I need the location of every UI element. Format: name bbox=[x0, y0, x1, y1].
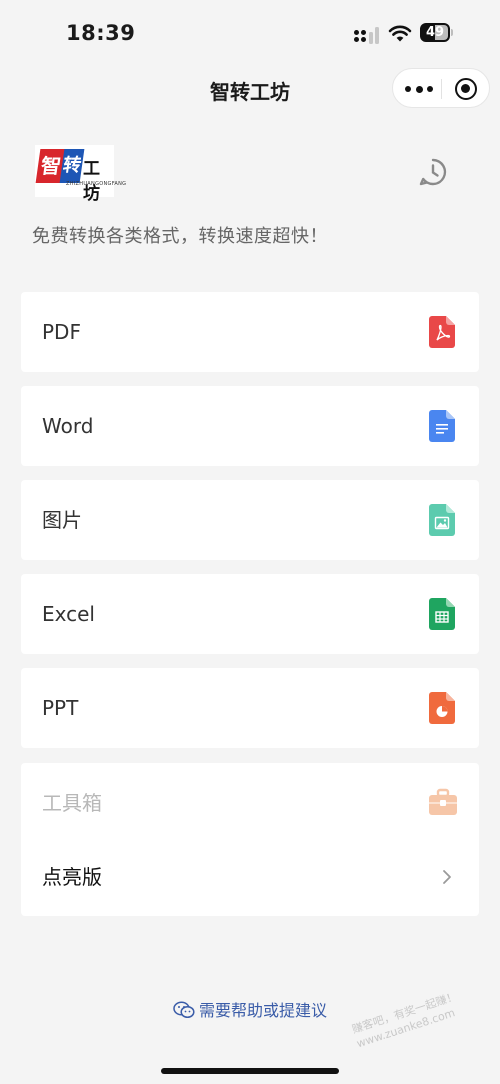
menu-item-label: Word bbox=[42, 414, 94, 438]
clock: 18:39 bbox=[66, 21, 136, 45]
pdf-file-icon bbox=[429, 316, 455, 348]
logo-glyph-3: 工坊 bbox=[83, 159, 100, 204]
menu-item-image[interactable]: 图片 bbox=[21, 480, 479, 560]
battery-icon: 49 bbox=[420, 23, 453, 42]
menu-item-ppt[interactable]: PPT bbox=[21, 668, 479, 748]
logo-glyph-2: 转 bbox=[59, 149, 85, 183]
help-feedback-text: 需要帮助或提建议 bbox=[198, 1001, 327, 1020]
capsule-divider bbox=[441, 79, 442, 99]
toolbox-card: 工具箱 点亮版 bbox=[21, 763, 479, 916]
toolbox-icon bbox=[429, 788, 457, 815]
lighten-version-label: 点亮版 bbox=[42, 865, 102, 889]
image-file-icon bbox=[429, 504, 455, 536]
ppt-file-icon bbox=[429, 692, 455, 724]
chevron-right-icon bbox=[443, 870, 451, 884]
menu-item-excel[interactable]: Excel bbox=[21, 574, 479, 654]
menu-item-label: 图片 bbox=[42, 508, 82, 532]
logo-subtext: ZHIZHUANGONGFANG bbox=[66, 181, 127, 187]
wifi-icon bbox=[388, 25, 412, 42]
more-options-button[interactable] bbox=[403, 77, 435, 101]
menu-item-word[interactable]: Word bbox=[21, 386, 479, 466]
home-indicator bbox=[161, 1068, 339, 1074]
tagline: 免费转换各类格式，转换速度超快！ bbox=[32, 226, 328, 247]
toolbox-label: 工具箱 bbox=[42, 791, 102, 815]
miniprogram-capsule bbox=[392, 68, 490, 108]
history-icon[interactable] bbox=[418, 157, 448, 187]
menu-item-label: PPT bbox=[42, 696, 79, 720]
status-bar: 18:39 49 bbox=[0, 0, 500, 66]
menu-item-pdf[interactable]: PDF bbox=[21, 292, 479, 372]
battery-level: 49 bbox=[425, 25, 445, 40]
lighten-version-item[interactable]: 点亮版 bbox=[21, 839, 479, 915]
word-file-icon bbox=[429, 410, 455, 442]
cellular-signal-icon bbox=[354, 26, 380, 44]
excel-file-icon bbox=[429, 598, 455, 630]
wechat-icon bbox=[173, 1001, 195, 1019]
close-miniprogram-button[interactable] bbox=[455, 78, 477, 100]
menu-item-label: PDF bbox=[42, 320, 81, 344]
app-logo: 智 转 工坊 ZHIZHUANGONGFANG bbox=[35, 145, 126, 204]
menu-item-label: Excel bbox=[42, 602, 95, 626]
